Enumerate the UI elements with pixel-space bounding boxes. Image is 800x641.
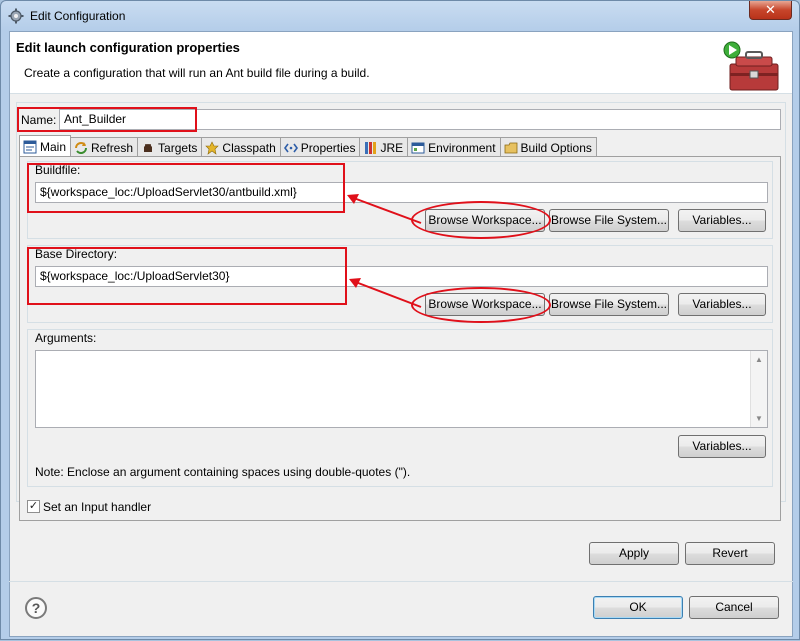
arguments-label: Arguments: (35, 331, 97, 345)
dialog-header-subtitle: Create a configuration that will run an … (24, 66, 370, 80)
checkmark-icon: ✓ (28, 500, 39, 512)
tab-jre-label: JRE (380, 140, 404, 155)
ant-toolbox-run-icon (723, 41, 779, 91)
window-title: Edit Configuration (30, 9, 126, 23)
targets-icon (144, 143, 153, 152)
arguments-variables-button[interactable]: Variables... (678, 435, 766, 458)
build-options-icon (504, 142, 517, 153)
tab-classpath-label: Classpath (222, 140, 276, 155)
help-icon[interactable]: ? (25, 597, 47, 619)
tab-properties-label: Properties (300, 140, 356, 155)
jre-icon (365, 141, 377, 154)
ok-button[interactable]: OK (593, 596, 683, 619)
tab-targets-label: Targets (158, 140, 198, 155)
buildfile-variables-button[interactable]: Variables... (678, 209, 766, 232)
tab-jre[interactable]: JRE (359, 137, 409, 157)
tab-refresh[interactable]: Refresh (70, 137, 139, 157)
base-directory-input[interactable]: ${workspace_loc:/UploadServlet30} (35, 266, 768, 287)
buildfile-browse-workspace-button[interactable]: Browse Workspace... (425, 209, 545, 232)
refresh-icon (75, 141, 88, 154)
edit-configuration-window: Edit Configuration ✕ Edit launch configu… (0, 0, 800, 640)
base-directory-variables-button[interactable]: Variables... (678, 293, 766, 316)
buildfile-input[interactable]: ${workspace_loc:/UploadServlet30/antbuil… (35, 182, 768, 203)
tab-build-options-label: Build Options (520, 140, 592, 155)
base-directory-label: Base Directory: (35, 247, 118, 261)
main-tab-icon (23, 140, 37, 153)
tab-build-options[interactable]: Build Options (499, 137, 597, 157)
title-bar: Edit Configuration ✕ (1, 1, 799, 31)
tab-environment[interactable]: Environment (407, 137, 501, 157)
config-tabs: Main Refresh Targets Classpath Propertie… (19, 135, 597, 157)
name-input[interactable]: Ant_Builder (59, 109, 781, 130)
dialog-header: Edit launch configuration properties Cre… (10, 32, 792, 94)
tab-environment-label: Environment (428, 140, 496, 155)
revert-button[interactable]: Revert (685, 542, 775, 565)
arguments-note: Note: Enclose an argument containing spa… (35, 465, 411, 479)
footer-separator (9, 581, 793, 582)
tab-main[interactable]: Main (19, 135, 72, 157)
tab-targets[interactable]: Targets (137, 137, 203, 157)
arguments-scrollbar[interactable]: ▲ ▼ (750, 351, 767, 427)
close-icon: ✕ (765, 2, 776, 17)
scroll-up-icon[interactable]: ▲ (755, 355, 763, 364)
classpath-icon (205, 140, 220, 155)
close-window-button[interactable]: ✕ (749, 1, 792, 20)
cancel-button[interactable]: Cancel (689, 596, 779, 619)
eclipse-gear-icon (8, 8, 24, 24)
arguments-textarea[interactable]: ▲ ▼ (35, 350, 768, 428)
buildfile-browse-filesystem-button[interactable]: Browse File System... (549, 209, 669, 232)
tab-properties[interactable]: Properties (279, 137, 361, 157)
environment-icon (411, 142, 425, 153)
input-handler-checkbox[interactable]: ✓ (27, 500, 40, 513)
tab-classpath[interactable]: Classpath (201, 137, 281, 157)
base-directory-browse-workspace-button[interactable]: Browse Workspace... (425, 293, 545, 316)
input-handler-label: Set an Input handler (43, 500, 152, 514)
buildfile-label: Buildfile: (35, 163, 81, 177)
dialog-header-title: Edit launch configuration properties (16, 40, 240, 55)
tab-main-label: Main (40, 139, 67, 154)
scroll-down-icon[interactable]: ▼ (755, 414, 763, 423)
properties-icon (283, 143, 298, 152)
tab-refresh-label: Refresh (91, 140, 134, 155)
name-label: Name: (21, 113, 57, 127)
base-directory-browse-filesystem-button[interactable]: Browse File System... (549, 293, 669, 316)
apply-button[interactable]: Apply (589, 542, 679, 565)
